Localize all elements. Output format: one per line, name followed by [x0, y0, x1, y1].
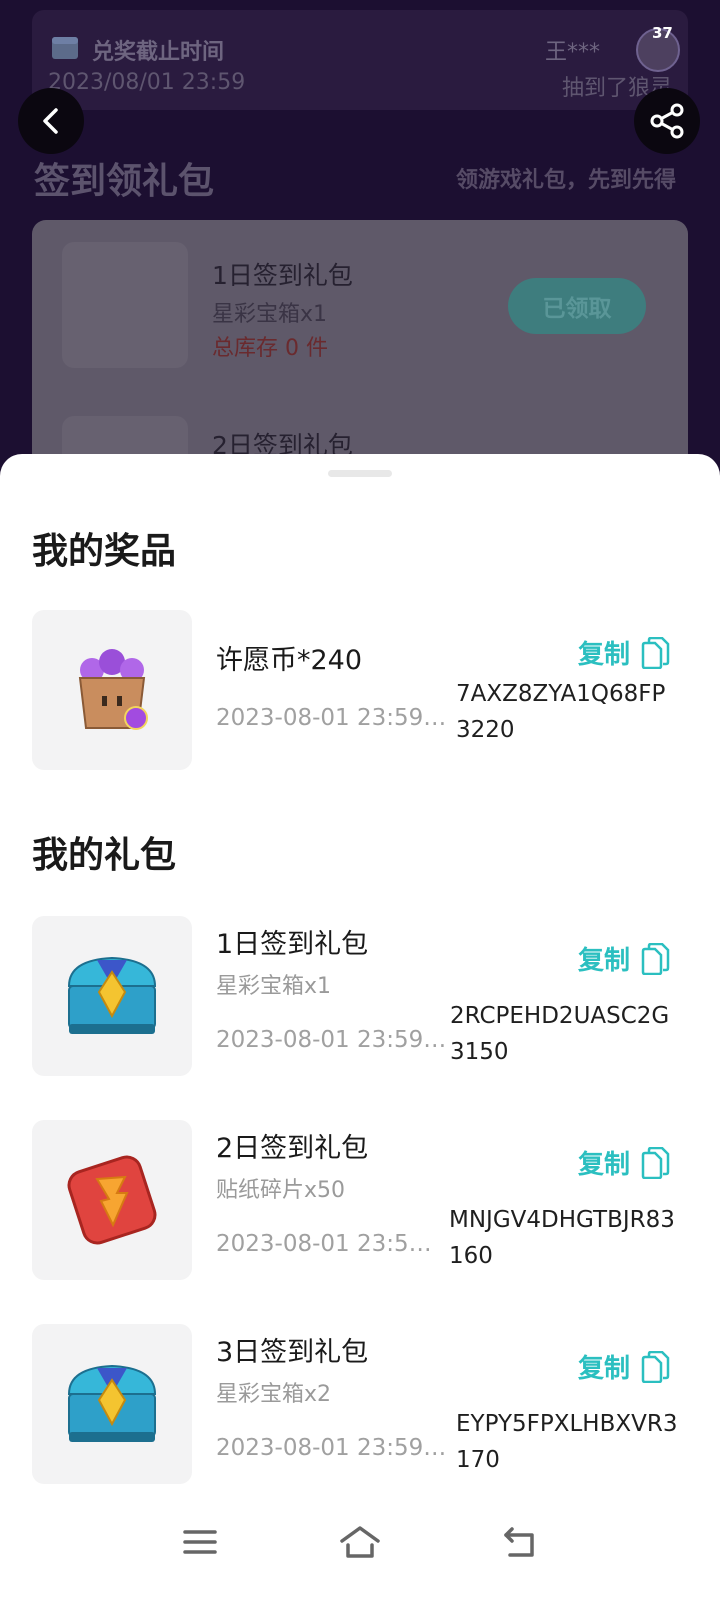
- copy-label: 复制: [577, 946, 630, 976]
- sticker-fragment-icon: [32, 1120, 192, 1280]
- share-icon: [650, 103, 684, 139]
- page-heading: 签到领礼包: [34, 161, 215, 202]
- copy-button[interactable]: 复制: [578, 940, 670, 977]
- gifts-section-title: 我的礼包: [32, 835, 177, 876]
- gift-card-subtitle: 星彩宝箱x1: [212, 302, 328, 327]
- page-subheading: 领游戏礼包，先到先得: [455, 168, 676, 193]
- gift-code: 2RCPEHD2UASC2G3150: [450, 1003, 670, 1065]
- gift-item: 1日签到礼包 星彩宝箱x1 2023-08-01 23:59 截止 2RCPEH…: [32, 916, 688, 1076]
- home-icon: [340, 1526, 380, 1558]
- copy-icon: [641, 942, 670, 975]
- back-button[interactable]: [18, 88, 84, 154]
- share-button[interactable]: [634, 88, 700, 154]
- gift-code: EYPY5FPXLHBXVR3170: [456, 1411, 678, 1473]
- gift-title: 2日签到礼包: [216, 1133, 369, 1164]
- my-rewards-sheet: 我的奖品 许愿币*240 2023-08-01 23:59 截止 7AXZ8ZY…: [0, 454, 720, 1600]
- back-nav-button[interactable]: [490, 1514, 550, 1570]
- treasure-chest-icon: [62, 242, 188, 368]
- notice-count-badge: 37: [652, 24, 673, 42]
- gift-card-title: 1日签到礼包: [212, 261, 353, 290]
- treasure-chest-icon: [32, 1324, 192, 1484]
- prize-date: 2023-08-01 23:59 截止: [216, 705, 452, 731]
- copy-icon: [641, 1146, 670, 1179]
- menu-icon: [183, 1530, 217, 1554]
- gift-date: 2023-08-01 23:59 截止: [216, 1231, 436, 1257]
- copy-button[interactable]: 复制: [578, 634, 670, 671]
- copy-icon: [641, 636, 670, 669]
- copy-label: 复制: [577, 1150, 630, 1180]
- gift-subtitle: 贴纸碎片x50: [216, 1178, 346, 1203]
- copy-button[interactable]: 复制: [578, 1144, 670, 1181]
- background-page: 兑奖截止时间 2023/08/01 23:59 王*** 抽到了狼灵 37 签到…: [0, 0, 720, 480]
- sheet-drag-handle[interactable]: [328, 470, 392, 477]
- gift-item: 3日签到礼包 星彩宝箱x2 2023-08-01 23:59 截止 EYPY5F…: [32, 1324, 688, 1484]
- gift-item: 2日签到礼包 贴纸碎片x50 2023-08-01 23:59 截止 MNJGV…: [32, 1120, 688, 1280]
- notice-user: 王***: [544, 40, 600, 65]
- gift-subtitle: 星彩宝箱x2: [216, 1382, 332, 1407]
- claimed-button: 已领取: [508, 278, 646, 334]
- copy-label: 复制: [577, 640, 630, 670]
- gift-date: 2023-08-01 23:59 截止: [216, 1027, 452, 1053]
- gift-subtitle: 星彩宝箱x1: [216, 974, 332, 999]
- gift-title: 3日签到礼包: [216, 1337, 369, 1368]
- back-arrow-icon: [504, 1527, 534, 1557]
- prize-title: 许愿币*240: [216, 645, 363, 676]
- gift-title: 1日签到礼包: [216, 929, 369, 960]
- gift-card: 1日签到礼包 星彩宝箱x1 总库存 0 件 已领取 2日签到礼包: [32, 220, 688, 480]
- gift-date: 2023-08-01 23:59 截止: [216, 1435, 452, 1461]
- calendar-icon: [52, 37, 78, 59]
- chevron-left-icon: [43, 108, 58, 134]
- system-nav-bar: [0, 1488, 720, 1600]
- menu-button[interactable]: [170, 1514, 230, 1570]
- coin-bag-icon: [32, 610, 192, 770]
- copy-button[interactable]: 复制: [578, 1348, 670, 1385]
- copy-label: 复制: [577, 1354, 630, 1384]
- notice-date: 2023/08/01 23:59: [48, 70, 246, 95]
- gift-code: MNJGV4DHGTBJR83160: [449, 1207, 675, 1269]
- treasure-chest-icon: [32, 916, 192, 1076]
- home-button[interactable]: [330, 1514, 390, 1570]
- prizes-section-title: 我的奖品: [32, 531, 177, 572]
- gift-card-stock: 总库存 0 件: [212, 336, 328, 361]
- prize-item: 许愿币*240 2023-08-01 23:59 截止 7AXZ8ZYA1Q68…: [32, 610, 688, 770]
- prize-code: 7AXZ8ZYA1Q68FP3220: [456, 681, 666, 743]
- copy-icon: [641, 1350, 670, 1383]
- notice-title: 兑奖截止时间: [92, 40, 225, 65]
